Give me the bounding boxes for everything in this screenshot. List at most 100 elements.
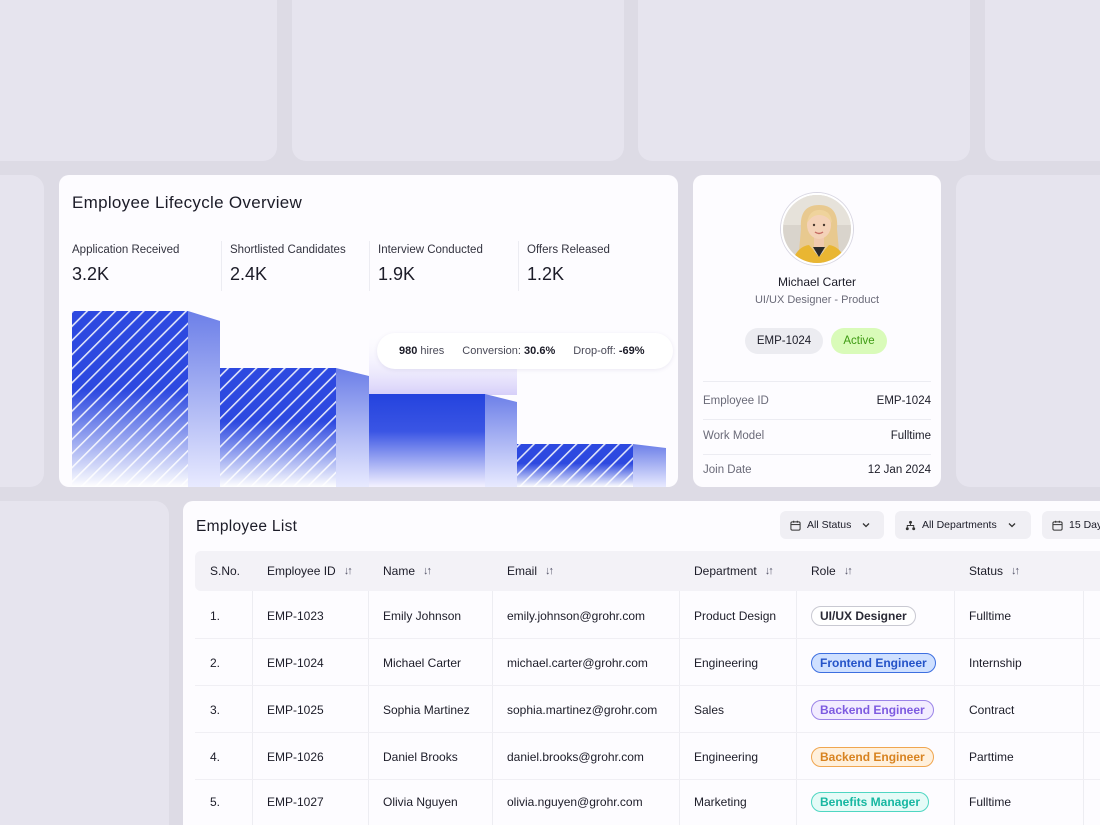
info-value: 12 Jan 2024 [867, 464, 931, 476]
row-divider [195, 779, 1100, 780]
column-divider [679, 591, 680, 825]
column-header-sno: S.No. [210, 564, 241, 578]
column-header-role[interactable]: Role ↓↑ [811, 551, 853, 591]
role-badge: Benefits Manager [811, 792, 930, 812]
cell-email[interactable]: olivia.nguyen@grohr.com [507, 795, 643, 809]
sort-icon[interactable]: ↓↑ [344, 565, 353, 577]
cell-email[interactable]: emily.johnson@grohr.com [507, 609, 645, 623]
profile-role: UI/UX Designer - Product [754, 294, 880, 306]
status-badge: Active [831, 328, 887, 354]
cell-department: Engineering [694, 656, 759, 670]
sort-icon[interactable]: ↓↑ [423, 565, 432, 577]
cell-department: Product Design [694, 609, 777, 623]
metric-label: Application Received [72, 244, 180, 256]
background-tile [0, 0, 277, 161]
role-badge: UI/UX Designer [811, 606, 916, 626]
column-divider [368, 591, 369, 825]
employee-list-title: Employee List [196, 518, 298, 535]
funnel-step-shortlisted [220, 368, 369, 487]
metric-label: Interview Conducted [378, 244, 483, 256]
divider [703, 381, 931, 382]
filter-label: 15 Day [1069, 519, 1100, 531]
cell-email[interactable]: sophia.martinez@grohr.com [507, 703, 657, 717]
filter-label: All Status [807, 519, 852, 531]
cell-sno: 5. [210, 795, 221, 809]
column-header-email[interactable]: Email ↓↑ [507, 551, 554, 591]
chevron-down-icon [862, 523, 870, 528]
funnel-step-application [72, 311, 220, 487]
department-filter-dropdown[interactable]: All Departments [895, 511, 1031, 539]
cell-name[interactable]: Michael Carter [383, 656, 461, 670]
background-tile [985, 0, 1100, 161]
avatar[interactable] [781, 193, 853, 265]
status-filter-dropdown[interactable]: All Status [780, 511, 884, 539]
cell-status: Parttime [969, 750, 1014, 764]
org-chart-icon [905, 520, 916, 530]
employee-id-chip: EMP-1024 [745, 328, 823, 354]
cell-sno: 2. [210, 656, 221, 670]
background-tile [638, 0, 970, 161]
overview-title: Employee Lifecycle Overview [72, 193, 303, 212]
column-divider [252, 591, 253, 825]
cell-name[interactable]: Olivia Nguyen [383, 795, 458, 809]
sort-icon[interactable]: ↓↑ [844, 565, 853, 577]
cell-status: Internship [969, 656, 1022, 670]
info-value: EMP-1024 [876, 395, 931, 407]
profile-name: Michael Carter [777, 275, 857, 289]
conversion-summary-pill: 980 hires Conversion: 30.6% Drop-off: -6… [377, 333, 673, 369]
metric-shortlisted: Shortlisted Candidates 2.4K [230, 244, 346, 285]
row-divider [195, 732, 1100, 733]
role-badge: Backend Engineer [811, 700, 934, 720]
cell-sno: 4. [210, 750, 221, 764]
cell-sno: 3. [210, 703, 221, 717]
metric-divider [369, 241, 370, 291]
info-key: Work Model [703, 430, 765, 442]
background-tile [956, 175, 1100, 487]
cell-email[interactable]: daniel.brooks@grohr.com [507, 750, 644, 764]
metric-label: Offers Released [527, 244, 610, 256]
cell-name[interactable]: Sophia Martinez [383, 703, 470, 717]
metric-divider [221, 241, 222, 291]
dropoff-value: -69% [618, 345, 645, 357]
cell-employee-id: EMP-1024 [267, 656, 324, 670]
conversion-label: Conversion: [462, 345, 521, 357]
info-row-work-model: Work Model Fulltime [703, 430, 931, 442]
metric-value: 3.2K [72, 264, 110, 284]
sort-icon[interactable]: ↓↑ [765, 565, 774, 577]
date-range-filter-dropdown[interactable]: 15 Day [1042, 511, 1100, 539]
cell-department: Marketing [694, 795, 747, 809]
cell-email[interactable]: michael.carter@grohr.com [507, 656, 648, 670]
cell-status: Fulltime [969, 795, 1012, 809]
column-header-employee-id[interactable]: Employee ID ↓↑ [267, 551, 353, 591]
column-header-status[interactable]: Status ↓↑ [969, 551, 1020, 591]
cell-name[interactable]: Daniel Brooks [383, 750, 458, 764]
conversion-value: 30.6% [524, 345, 556, 357]
column-header-department[interactable]: Department ↓↑ [694, 551, 774, 591]
cell-name[interactable]: Emily Johnson [383, 609, 461, 623]
employee-list-card: Employee List All Status All Departments… [183, 501, 1100, 825]
column-divider [1083, 591, 1084, 825]
dropoff-label: Drop-off: [573, 345, 616, 357]
role-badge: Frontend Engineer [811, 653, 936, 673]
cell-status: Fulltime [969, 609, 1012, 623]
sort-icon[interactable]: ↓↑ [545, 565, 554, 577]
column-header-name[interactable]: Name ↓↑ [383, 551, 432, 591]
cell-department: Sales [694, 703, 725, 717]
column-divider [492, 591, 493, 825]
cell-employee-id: EMP-1027 [267, 795, 324, 809]
info-row-employee-id: Employee ID EMP-1024 [703, 395, 931, 407]
sort-icon[interactable]: ↓↑ [1011, 565, 1020, 577]
info-value: Fulltime [890, 430, 931, 442]
metric-value: 1.2K [527, 264, 565, 284]
cell-employee-id: EMP-1026 [267, 750, 324, 764]
row-divider [195, 638, 1100, 639]
role-badge: Backend Engineer [811, 747, 934, 767]
cell-employee-id: EMP-1023 [267, 609, 324, 623]
lifecycle-overview-card: Employee Lifecycle Overview Application … [59, 175, 678, 487]
background-tile [0, 501, 169, 825]
cell-status: Contract [969, 703, 1015, 717]
cell-sno: 1. [210, 609, 221, 623]
info-row-join-date: Join Date 12 Jan 2024 [703, 464, 931, 476]
metric-offers: Offers Released 1.2K [527, 244, 610, 285]
cell-employee-id: EMP-1025 [267, 703, 324, 717]
